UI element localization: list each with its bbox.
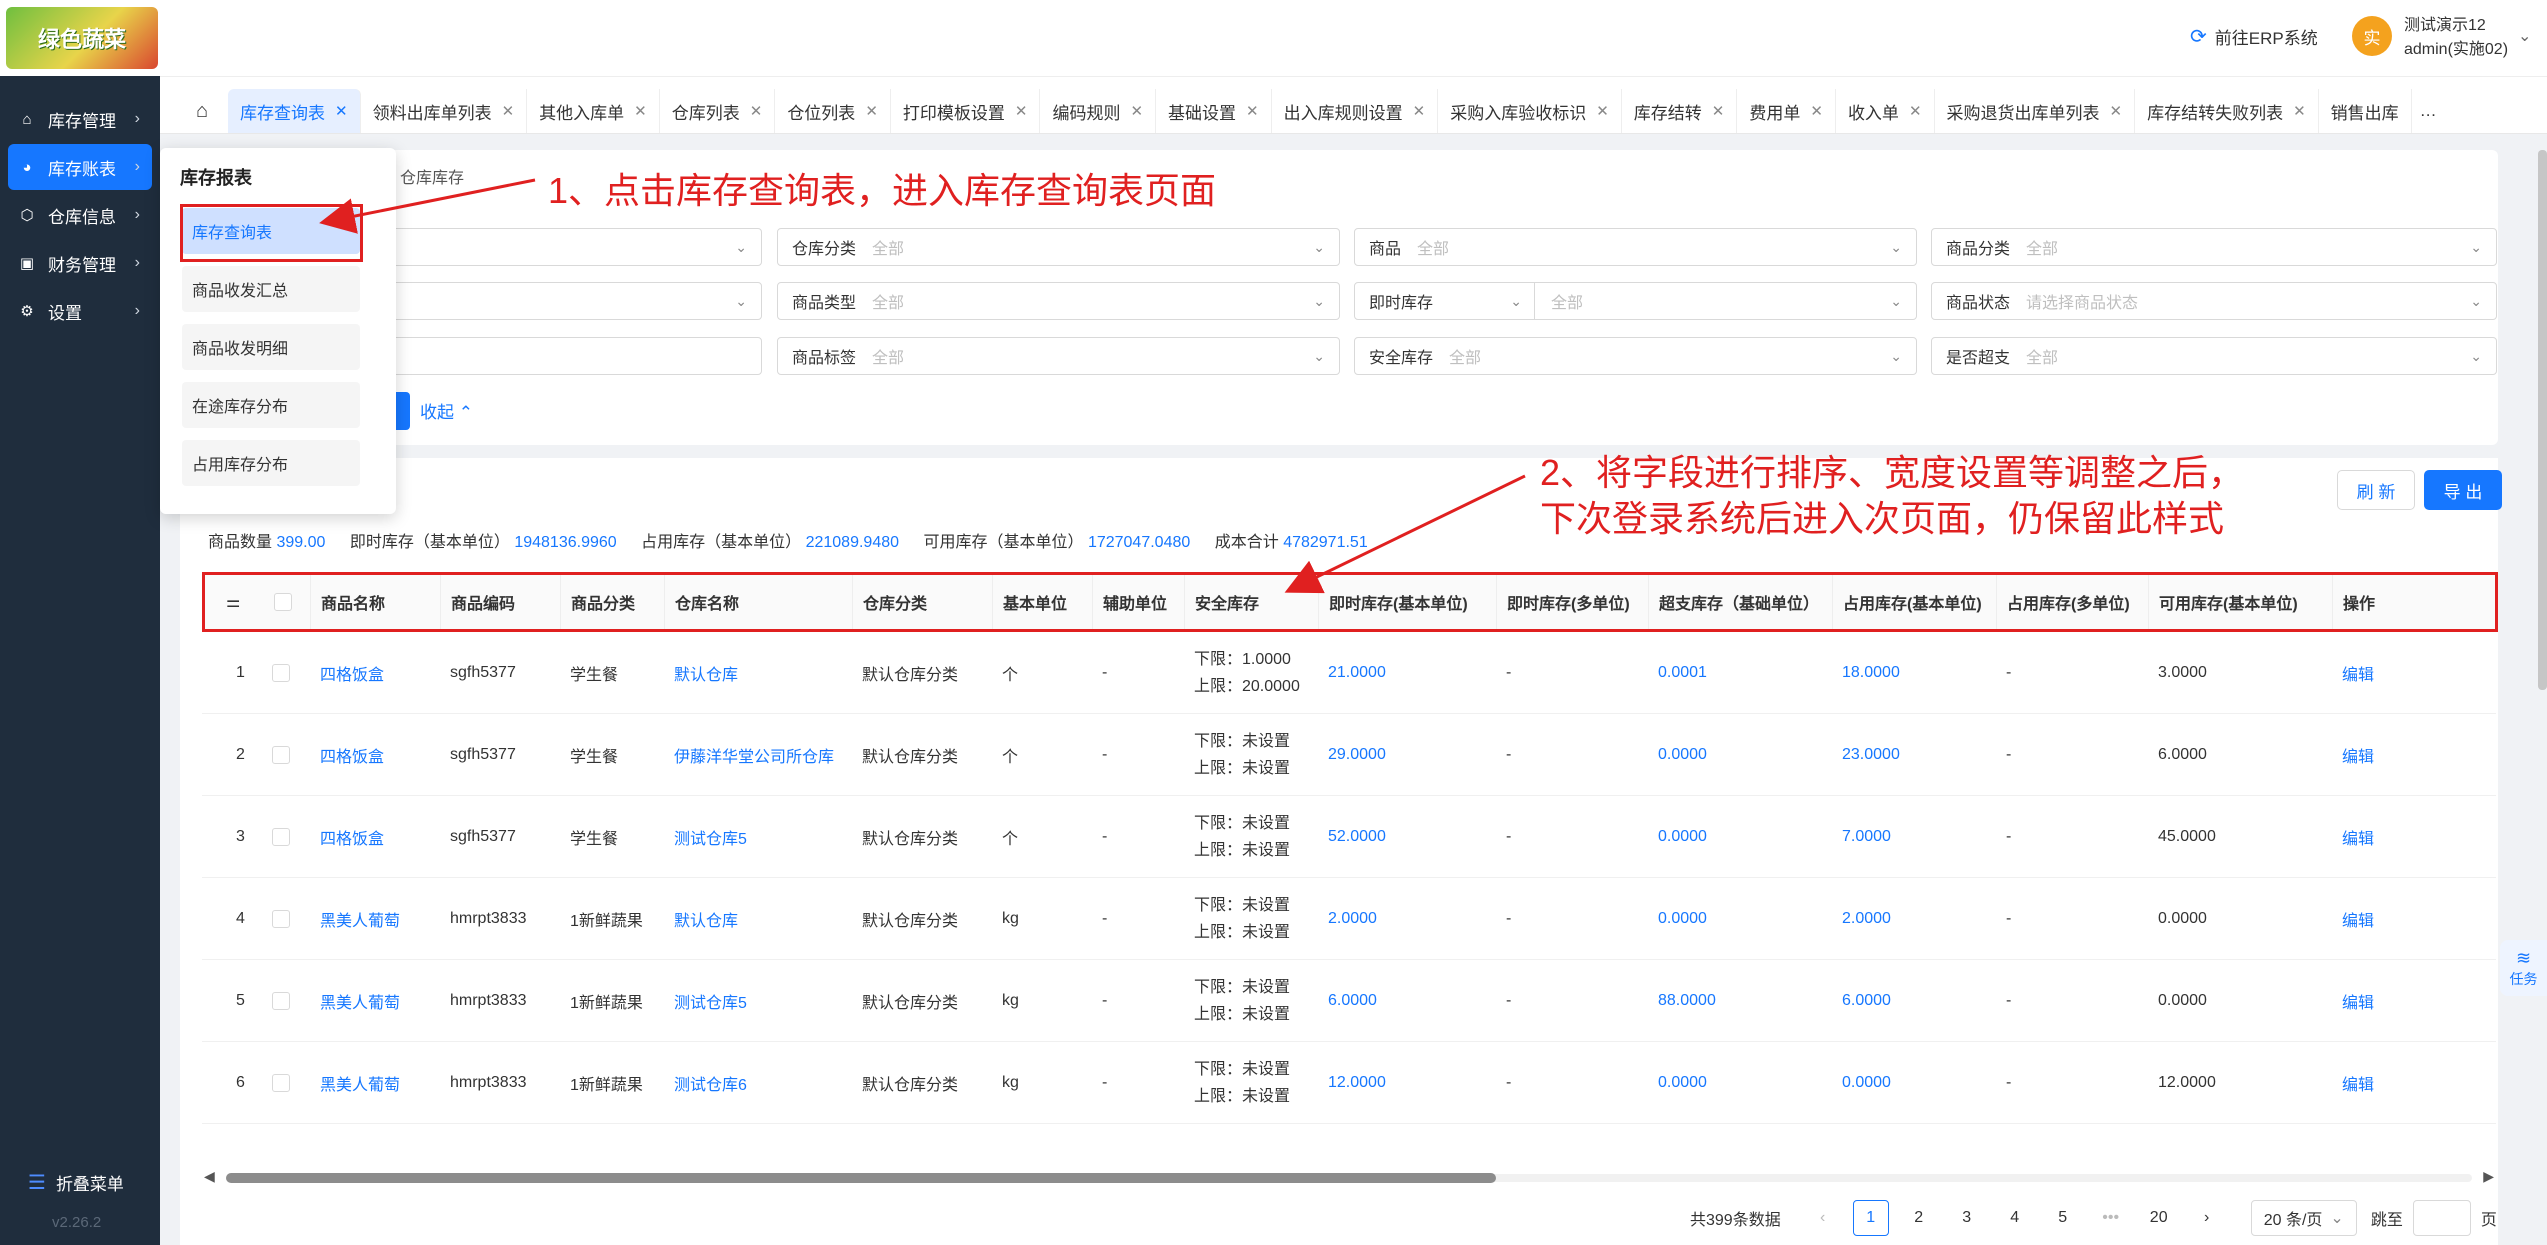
- arrow-to-header: [1284, 474, 1526, 594]
- annotation-arrows: [319, 178, 1526, 594]
- arrow-to-menu: [319, 178, 536, 234]
